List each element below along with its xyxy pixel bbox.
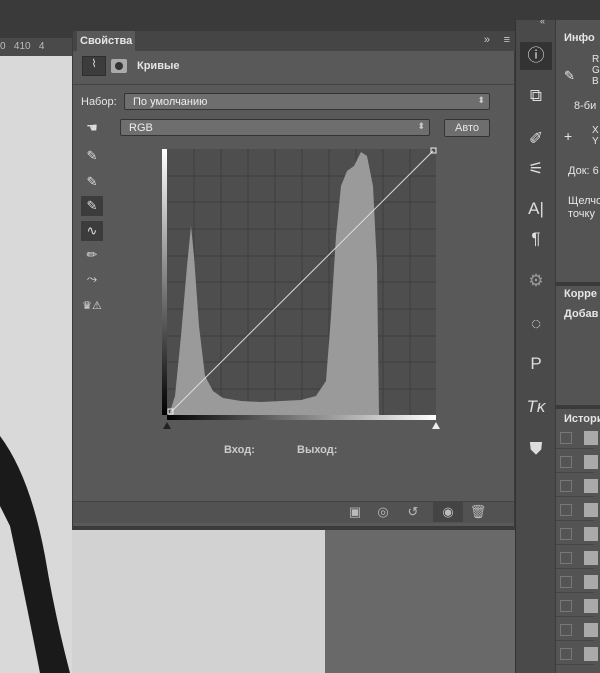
history-item[interactable] <box>556 451 598 473</box>
curves-graph[interactable] <box>161 146 441 431</box>
smooth-icon[interactable]: ⤳ <box>81 269 103 289</box>
clip-to-layer-icon[interactable]: ▣ <box>343 502 367 522</box>
styles-icon[interactable]: ⚙ <box>520 267 552 295</box>
history-item[interactable] <box>556 595 598 617</box>
input-gradient-bar <box>167 415 436 420</box>
headphones-image <box>0 436 70 673</box>
ruler-ticks: 0 410 4 <box>0 41 45 52</box>
channel-select[interactable]: RGB <box>120 119 430 136</box>
history-item[interactable] <box>556 547 598 569</box>
curve-points-icon[interactable]: ∿ <box>81 221 103 241</box>
panel-dock-icons: « ⓘ ⧉ ✐ ⚟ A| ¶ ⚙ ◌ P Tĸ ⛊ <box>515 16 555 673</box>
adjustments-add-label: Добав <box>564 308 599 320</box>
info-hint: Щелчо точку <box>568 195 600 220</box>
gray-point-eyedropper-icon[interactable]: ✎ <box>81 172 103 192</box>
rgb-readout: R G B <box>592 54 600 87</box>
info-panel: Инфо ✎ R G B 8-би + X Y Док: 6 Щелчо точ… <box>556 20 600 673</box>
bit-depth: 8-би <box>574 100 597 112</box>
info-title: Инфо <box>564 32 595 44</box>
output-label: Выход: <box>297 444 338 456</box>
adjustments-title: Корре <box>564 288 597 300</box>
bottom-toolbar: ▣ ◎ ↺ ◉ 🗑 <box>73 501 514 523</box>
plugin-p-icon[interactable]: P <box>520 350 552 378</box>
white-point-eyedropper-icon[interactable]: ✎ <box>81 196 103 216</box>
history-item[interactable] <box>556 475 598 497</box>
visibility-eye-icon[interactable]: ◉ <box>433 502 463 522</box>
xy-readout: X Y <box>592 125 599 147</box>
plugin-mask-icon[interactable]: ⛊ <box>520 435 552 463</box>
document-canvas[interactable] <box>0 56 72 673</box>
panel-tab-bar: » ≡ <box>73 31 516 51</box>
white-point-slider <box>432 422 440 429</box>
preset-label: Набор: <box>81 96 117 108</box>
document-canvas-lower <box>72 530 325 673</box>
brush-presets-icon[interactable]: ⚟ <box>520 155 552 183</box>
adjustment-title: Кривые <box>137 60 180 72</box>
clipping-warning-icon[interactable]: ♛⚠ <box>81 296 103 316</box>
history-item[interactable] <box>556 571 598 593</box>
reset-icon[interactable]: ↺ <box>401 502 425 522</box>
history-item[interactable] <box>556 499 598 521</box>
history-item[interactable] <box>556 643 598 665</box>
auto-button[interactable]: Авто <box>444 119 490 137</box>
view-previous-state-icon[interactable]: ◎ <box>371 502 395 522</box>
character-icon[interactable]: A| <box>520 195 552 223</box>
info-panel-icon[interactable]: ⓘ <box>520 42 552 70</box>
eyedropper-icon: ✎ <box>564 68 575 83</box>
properties-panel: » ≡ Свойства ⌇ Кривые Набор: По умолчани… <box>72 30 516 527</box>
navigator-icon[interactable]: ⧉ <box>520 82 552 110</box>
crosshair-icon: + <box>564 128 573 144</box>
mask-icon[interactable] <box>111 59 127 73</box>
tab-properties[interactable]: Свойства <box>77 31 135 51</box>
pasteboard <box>325 530 515 673</box>
doc-size: Док: 6 <box>568 165 599 177</box>
history-item[interactable] <box>556 427 598 449</box>
input-label: Вход: <box>224 444 255 456</box>
history-item[interactable] <box>556 523 598 545</box>
collapse-dock-icon[interactable]: « <box>540 16 545 26</box>
target-adjust-hand-icon[interactable]: ☚ <box>81 118 103 138</box>
panel-menu-icon[interactable]: ≡ <box>504 34 510 46</box>
plugin-tk-icon[interactable]: Tĸ <box>520 393 552 421</box>
pencil-icon[interactable]: ✏ <box>81 245 103 265</box>
history-item[interactable] <box>556 619 598 641</box>
collapse-panel-icon[interactable]: » <box>484 34 490 46</box>
paragraph-icon[interactable]: ¶ <box>520 225 552 253</box>
brushes-icon[interactable]: ✐ <box>520 125 552 153</box>
ruler: 0 410 4 <box>0 38 72 56</box>
output-gradient-bar <box>162 149 167 415</box>
black-point-slider <box>163 422 171 429</box>
delete-trash-icon[interactable]: 🗑 <box>466 502 490 522</box>
preset-select[interactable]: По умолчанию <box>124 93 490 110</box>
black-point-eyedropper-icon[interactable]: ✎ <box>81 146 103 166</box>
history-title: Истори <box>564 413 600 425</box>
curves-adjustment-icon[interactable]: ⌇ <box>82 56 106 76</box>
adjustments-icon[interactable]: ◌ <box>520 310 552 338</box>
